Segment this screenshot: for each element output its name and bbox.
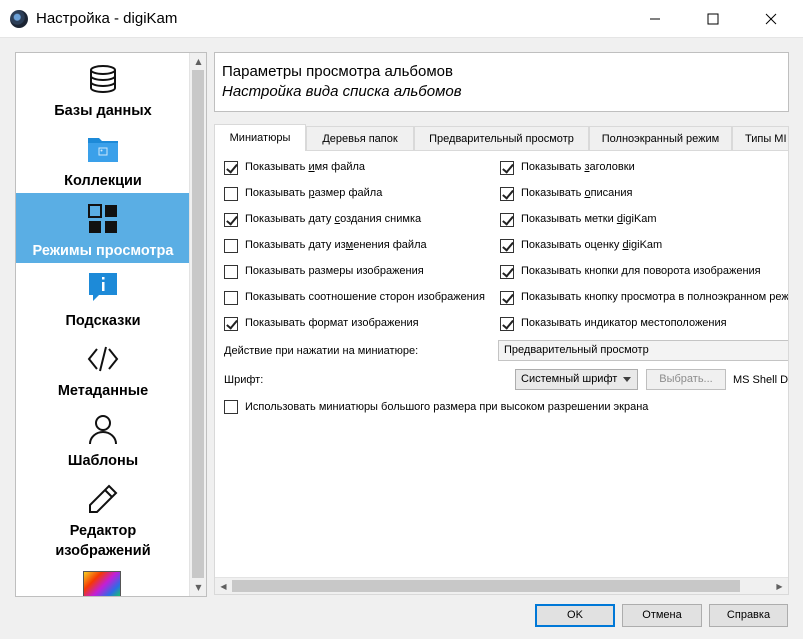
show-digikam-rating-label: Показывать оценку digiKam	[521, 239, 663, 251]
sidebar-item-databases[interactable]: Базы данных	[16, 53, 190, 123]
sidebar-item-label: Базы данных	[54, 103, 152, 119]
font-select[interactable]: Системный шрифт	[515, 369, 638, 390]
digikam-app-icon	[10, 10, 28, 28]
show-digikam-tags-checkbox[interactable]	[500, 213, 514, 227]
tab-fullscreen[interactable]: Полноэкранный режим	[589, 126, 732, 150]
scroll-left-arrow-icon[interactable]: ◀	[215, 578, 232, 594]
show-rotate-buttons-label: Показывать кнопки для поворота изображен…	[521, 265, 761, 277]
sidebar-scrollbar[interactable]: ▲ ▼	[189, 53, 206, 596]
sidebar-item-tooltips[interactable]: Подсказки	[16, 263, 190, 333]
show-location-indicator-label: Показывать индикатор местоположения	[521, 317, 727, 329]
tab-folder-trees[interactable]: Деревья папок	[306, 126, 414, 150]
show-digikam-tags-label: Показывать метки digiKam	[521, 213, 657, 225]
maximize-button[interactable]	[690, 0, 736, 38]
show-creation-date-label: Показывать дату создания снимка	[245, 213, 422, 225]
show-digikam-rating-checkbox[interactable]	[500, 239, 514, 253]
close-button[interactable]	[748, 0, 794, 38]
help-button[interactable]: Справка	[709, 604, 788, 627]
sidebar-item-label-line2: изображений	[55, 543, 151, 559]
show-modification-date-checkbox[interactable]	[224, 239, 238, 253]
sidebar-item-collections[interactable]: Коллекции	[16, 123, 190, 193]
settings-sidebar: Базы данных Коллекции Режимы просмотра П…	[15, 52, 207, 597]
sidebar-item-metadata[interactable]: Метаданные	[16, 333, 190, 403]
panel-horizontal-scrollbar[interactable]: ◀ ▶	[215, 577, 788, 594]
scroll-right-arrow-icon[interactable]: ▶	[771, 578, 788, 594]
page-title: Параметры просмотра альбомов	[222, 63, 453, 80]
sidebar-item-templates[interactable]: Шаблоны	[16, 403, 190, 473]
cancel-button[interactable]: Отмена	[622, 604, 702, 627]
show-location-indicator-checkbox[interactable]	[500, 317, 514, 331]
sidebar-item-label: Метаданные	[57, 383, 149, 399]
panel-scrollbar-thumb[interactable]	[232, 580, 740, 592]
tooltip-icon	[89, 273, 117, 301]
font-select-value: Системный шрифт	[521, 373, 618, 385]
show-rotate-buttons-checkbox[interactable]	[500, 265, 514, 279]
show-modification-date-label: Показывать дату изменения файла	[245, 239, 427, 251]
window-title: Настройка - digiKam	[36, 10, 178, 27]
show-image-format-checkbox[interactable]	[224, 317, 238, 331]
show-image-dimensions-label: Показывать размеры изображения	[245, 265, 424, 277]
sidebar-item-label: Шаблоны	[67, 453, 139, 469]
title-bar: Настройка - digiKam	[0, 0, 803, 38]
font-label: Шрифт:	[224, 374, 264, 386]
large-thumbnails-label: Использовать миниатюры большого размера …	[245, 401, 649, 413]
show-fullscreen-button-checkbox[interactable]	[500, 291, 514, 305]
scroll-up-arrow-icon[interactable]: ▲	[190, 53, 206, 70]
sidebar-scrollbar-thumb[interactable]	[192, 70, 204, 578]
ok-button[interactable]: OK	[535, 604, 615, 627]
tab-preview[interactable]: Предварительный просмотр	[414, 126, 589, 150]
sidebar-item-label: Подсказки	[65, 313, 141, 329]
close-icon	[765, 13, 777, 25]
view-grid-icon	[88, 204, 117, 233]
page-subtitle: Настройка вида списка альбомов	[222, 83, 462, 100]
show-fullscreen-button-label: Показывать кнопку просмотра в полноэкран…	[521, 291, 789, 303]
chevron-down-icon	[623, 377, 631, 382]
thumbnails-panel: Показывать имя файла Показывать размер ф…	[214, 150, 789, 595]
font-name-label: MS Shell Dlg	[733, 374, 789, 386]
tab-mime-types[interactable]: Типы MI	[732, 126, 789, 150]
show-descriptions-checkbox[interactable]	[500, 187, 514, 201]
tab-thumbnails[interactable]: Миниатюры	[214, 124, 306, 151]
show-aspect-ratio-label: Показывать соотношение сторон изображени…	[245, 291, 485, 303]
sidebar-item-label: Коллекции	[64, 173, 142, 189]
minimize-icon	[650, 18, 660, 20]
sidebar-item-label: Режимы просмотра	[32, 243, 174, 259]
sidebar-item-image-editor[interactable]: Редактор изображений	[16, 473, 190, 573]
sidebar-item-view-modes[interactable]: Режимы просмотра	[16, 193, 190, 263]
page-header: Параметры просмотра альбомов Настройка в…	[214, 52, 789, 112]
database-icon	[90, 65, 116, 93]
show-descriptions-label: Показывать описания	[521, 187, 633, 199]
folder-icon	[88, 138, 118, 162]
click-action-select[interactable]: Предварительный просмотр	[498, 340, 788, 361]
tab-bar: Миниатюры Деревья папок Предварительный …	[214, 124, 789, 151]
minimize-button[interactable]	[632, 0, 678, 38]
show-filesize-checkbox[interactable]	[224, 187, 238, 201]
show-image-format-label: Показывать формат изображения	[245, 317, 419, 329]
show-titles-checkbox[interactable]	[500, 161, 514, 175]
sidebar-item-partial-icon	[83, 571, 121, 596]
show-image-dimensions-checkbox[interactable]	[224, 265, 238, 279]
choose-font-button[interactable]: Выбрать...	[646, 369, 726, 390]
pencil-icon	[89, 484, 118, 513]
show-titles-label: Показывать заголовки	[521, 161, 635, 173]
show-filesize-label: Показывать размер файла	[245, 187, 383, 199]
code-icon	[87, 346, 119, 372]
show-filename-checkbox[interactable]	[224, 161, 238, 175]
sidebar-item-label-line1: Редактор	[69, 523, 137, 539]
large-thumbnails-checkbox[interactable]	[224, 400, 238, 414]
show-creation-date-checkbox[interactable]	[224, 213, 238, 227]
show-filename-label: Показывать имя файла	[245, 161, 366, 173]
user-icon	[89, 415, 117, 445]
click-action-label: Действие при нажатии на миниатюре:	[224, 345, 419, 357]
scroll-down-arrow-icon[interactable]: ▼	[190, 579, 206, 596]
show-aspect-ratio-checkbox[interactable]	[224, 291, 238, 305]
maximize-icon	[707, 13, 719, 25]
